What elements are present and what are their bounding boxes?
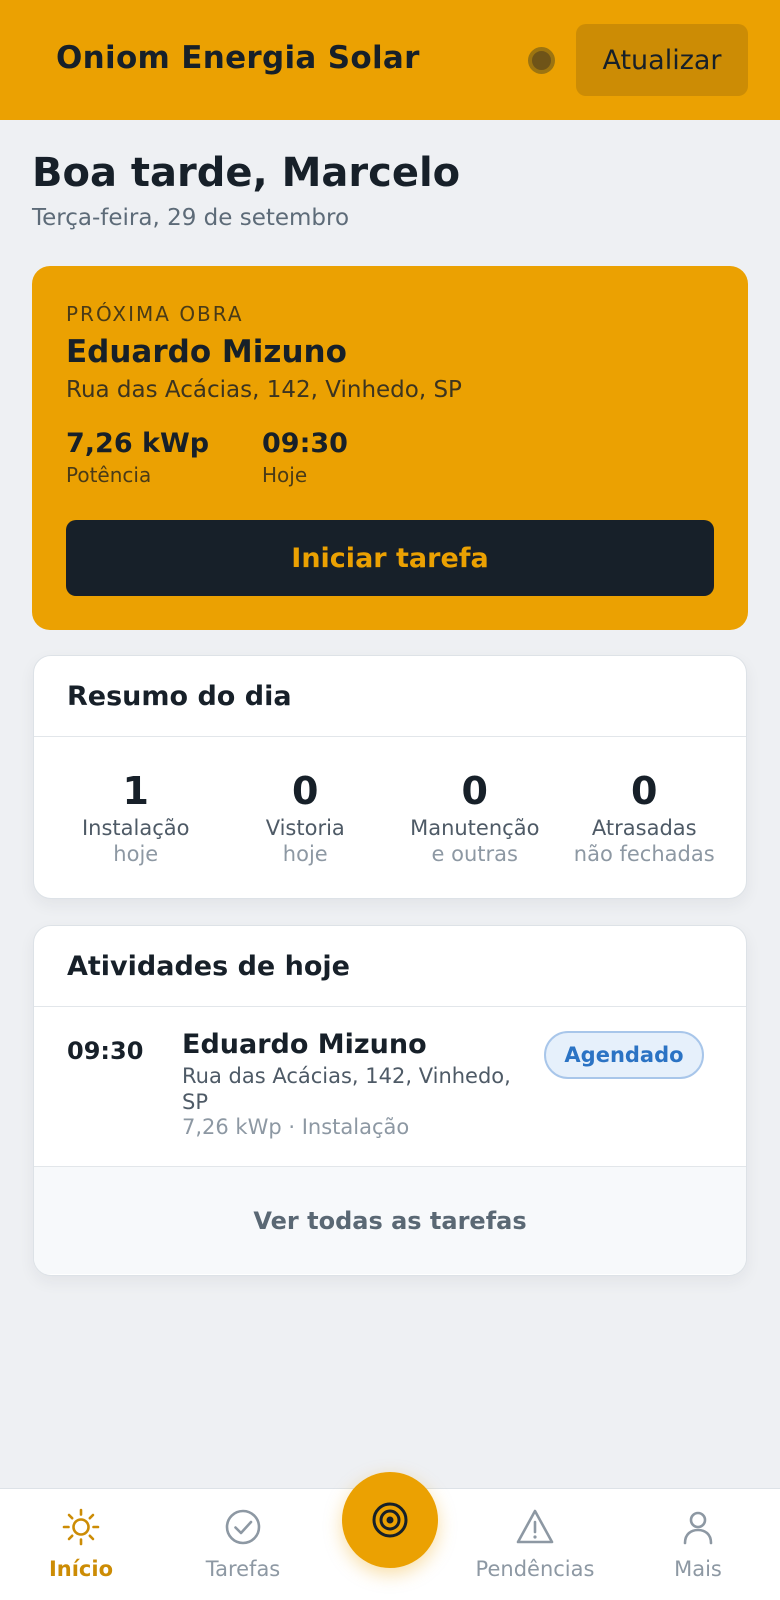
activity-address: Rua das Acácias, 142, Vinhedo, SP — [182, 1064, 511, 1114]
today-activities-card: Atividades de hoje 09:30 Eduardo Mizuno … — [33, 925, 747, 1276]
next-job-time: 09:30 Hoje — [262, 428, 348, 487]
scan-fab-button[interactable] — [342, 1472, 438, 1568]
summary-sublabel: hoje — [113, 842, 159, 866]
nav-label: Início — [48, 1557, 114, 1581]
day-summary-title: Resumo do dia — [34, 656, 746, 737]
power-label: Potência — [66, 463, 152, 487]
activity-client: Eduardo Mizuno — [182, 1029, 427, 1060]
activity-meta: 7,26 kWp · Instalação — [182, 1115, 410, 1139]
time-label: Hoje — [262, 463, 308, 487]
summary-count: 1 — [122, 769, 149, 813]
nav-label: Tarefas — [205, 1557, 281, 1581]
summary-item-installation: 1 Instalação hoje — [51, 737, 221, 897]
summary-label: Instalação — [81, 816, 190, 840]
nav-item-inicio[interactable]: Início — [6, 1507, 156, 1581]
warning-icon — [460, 1507, 610, 1551]
summary-item-maintenance: 0 Manutenção e outras — [390, 737, 560, 897]
day-summary-card: Resumo do dia 1 Instalação hoje 0 Vistor… — [33, 655, 747, 899]
summary-sublabel: hoje — [282, 842, 328, 866]
summary-count: 0 — [461, 769, 488, 813]
summary-item-overdue: 0 Atrasadas não fechadas — [560, 737, 730, 897]
summary-count: 0 — [292, 769, 319, 813]
next-job-card: PRÓXIMA OBRA Eduardo Mizuno Rua das Acác… — [32, 266, 748, 630]
next-job-power: 7,26 kWp Potência — [66, 428, 209, 487]
nav-item-tarefas[interactable]: Tarefas — [168, 1507, 318, 1581]
summary-count: 0 — [631, 769, 658, 813]
nav-label: Pendências — [475, 1557, 595, 1581]
power-value: 7,26 kWp — [66, 428, 210, 459]
activity-row[interactable]: 09:30 Eduardo Mizuno Rua das Acácias, 14… — [34, 1007, 746, 1167]
connection-status-dot — [528, 47, 555, 74]
refresh-button[interactable]: Atualizar — [576, 24, 748, 96]
summary-label: Manutenção — [410, 816, 540, 840]
summary-grid: 1 Instalação hoje 0 Vistoria hoje 0 Manu… — [34, 737, 746, 897]
nav-item-mais[interactable]: Mais — [623, 1507, 773, 1581]
top-app-bar: Oniom Energia Solar Atualizar — [0, 0, 780, 120]
next-job-address: Rua das Acácias, 142, Vinhedo, SP — [66, 377, 462, 403]
start-task-button[interactable]: Iniciar tarefa — [66, 520, 714, 596]
app-title: Oniom Energia Solar — [56, 40, 420, 76]
time-value: 09:30 — [262, 428, 348, 459]
activity-time: 09:30 — [67, 1037, 144, 1065]
check-circle-icon — [168, 1507, 318, 1551]
summary-label: Vistoria — [265, 816, 345, 840]
greeting-title: Boa tarde, Marcelo — [32, 150, 461, 196]
target-icon — [370, 1500, 410, 1540]
current-date: Terça-feira, 29 de setembro — [32, 205, 350, 231]
summary-item-inspection: 0 Vistoria hoje — [221, 737, 391, 897]
next-job-label: PRÓXIMA OBRA — [66, 302, 244, 326]
sun-icon — [6, 1507, 156, 1551]
user-icon — [623, 1507, 773, 1551]
see-all-tasks-button[interactable]: Ver todas as tarefas — [34, 1167, 746, 1274]
today-activities-title: Atividades de hoje — [34, 926, 746, 1007]
summary-sublabel: e outras — [431, 842, 518, 866]
nav-label: Mais — [674, 1557, 722, 1581]
nav-item-pendencias[interactable]: Pendências — [460, 1507, 610, 1581]
next-job-client: Eduardo Mizuno — [66, 334, 347, 370]
summary-label: Atrasadas — [591, 816, 697, 840]
summary-sublabel: não fechadas — [573, 842, 715, 866]
status-badge: Agendado — [544, 1031, 704, 1079]
